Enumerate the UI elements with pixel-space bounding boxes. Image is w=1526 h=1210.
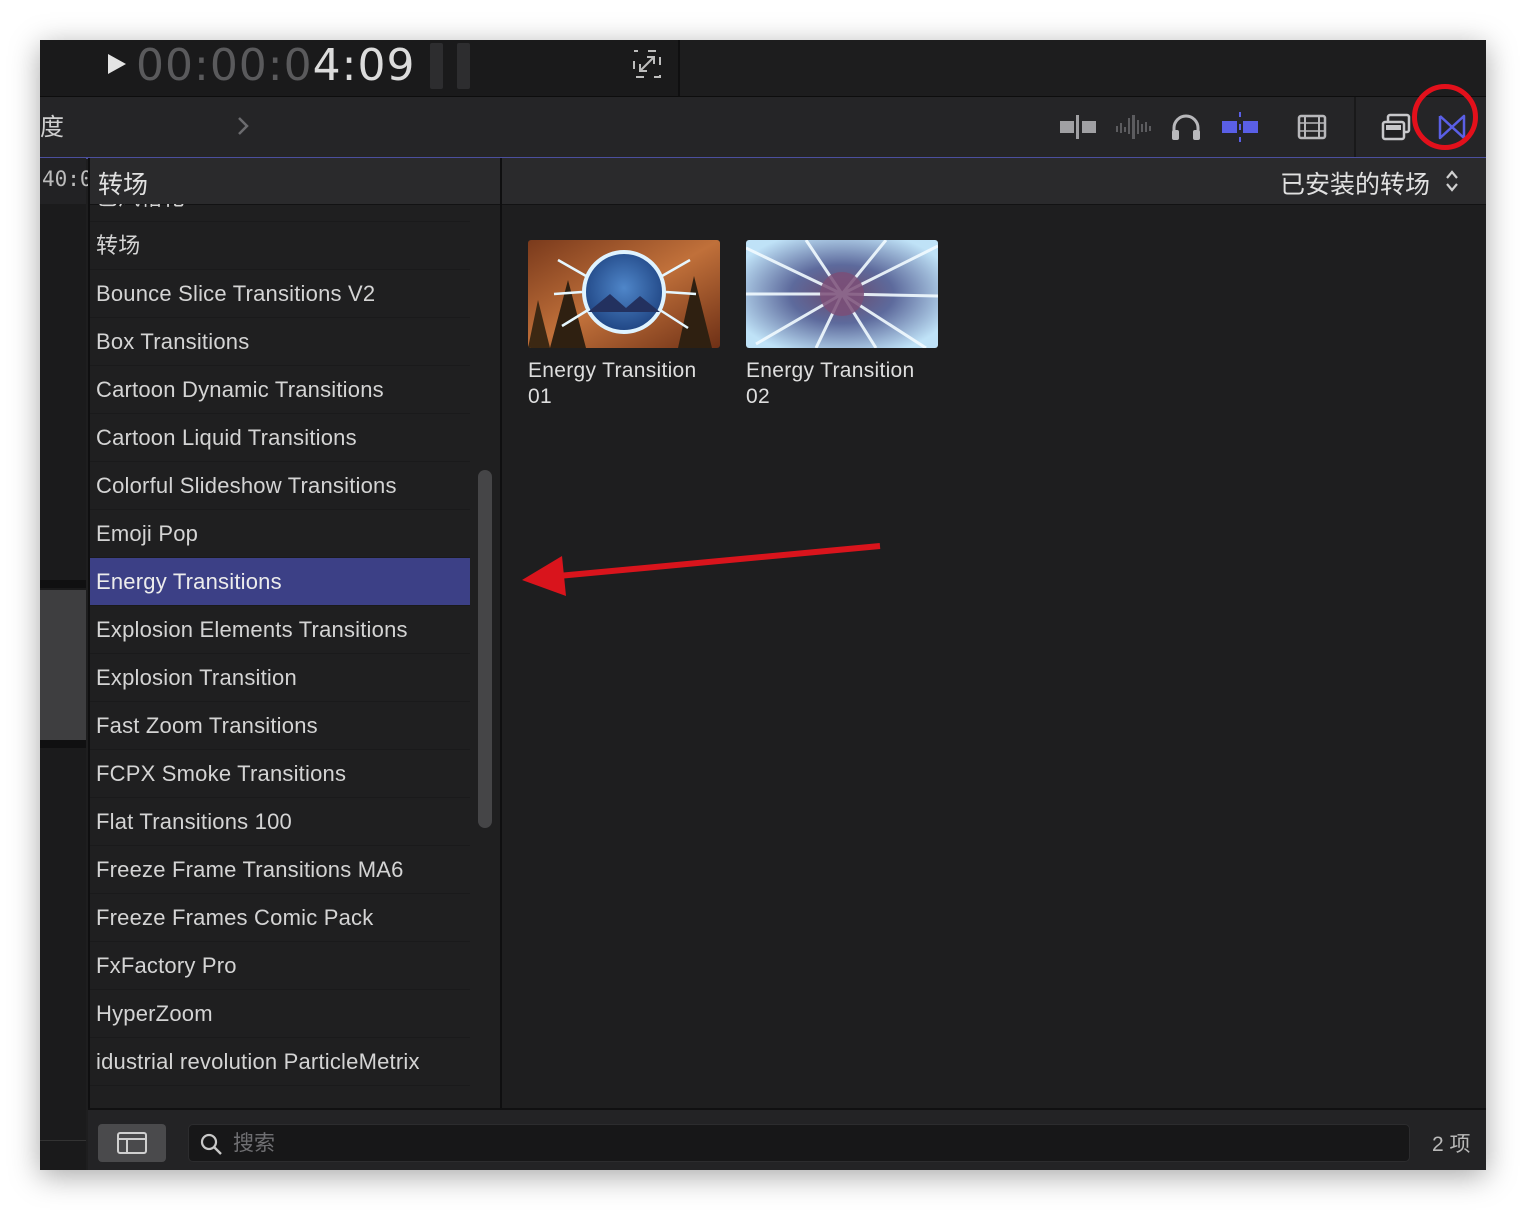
sidebar-category-item[interactable]: Explosion Elements Transitions <box>90 606 470 654</box>
sidebar-category-item[interactable]: Flat Transitions 100 <box>90 798 470 846</box>
energy-transition-02-preview[interactable] <box>746 240 938 348</box>
sidebar-scrollbar[interactable] <box>478 470 492 828</box>
timeline-clip[interactable] <box>40 590 86 740</box>
sidebar-category-item[interactable]: Cartoon Liquid Transitions <box>90 414 470 462</box>
viewer-right-area <box>678 40 1486 96</box>
thumbnail-label-line2: 01 <box>528 385 552 408</box>
effects-browser-icon[interactable] <box>1292 111 1332 143</box>
annotation-circle <box>1412 84 1478 150</box>
timeline-strip: 40:0 <box>40 158 93 1170</box>
toolbar-label: 度 <box>40 114 64 141</box>
sidebar-category-item[interactable]: 已风格化 <box>90 204 470 222</box>
viewer-bar: 00:00:04:09 <box>40 40 1486 96</box>
transition-thumbnail[interactable]: Energy Transition 01 <box>528 240 720 410</box>
snapping-icon[interactable] <box>1220 111 1260 143</box>
sidebar-category-item[interactable]: Fast Zoom Transitions <box>90 702 470 750</box>
play-icon[interactable] <box>106 52 128 76</box>
sidebar-category-item[interactable]: Emoji Pop <box>90 510 470 558</box>
fcpx-window: 00:00:04:09 度 40:0 转场 转场 Bounce Slice Tr… <box>40 40 1486 1170</box>
sidebar-category-item[interactable]: 转场 <box>90 222 470 270</box>
sidebar-category-item[interactable]: Freeze Frames Comic Pack <box>90 894 470 942</box>
sidebar-category-item[interactable]: Colorful Slideshow Transitions <box>90 462 470 510</box>
installed-transitions-filter[interactable]: 已安装的转场 <box>1280 165 1430 201</box>
timeline-footer <box>40 1140 86 1170</box>
timecode-lit: 4:09 <box>312 40 416 91</box>
sidebar-category-item[interactable]: HyperZoom <box>90 990 470 1038</box>
content-header: 已安装的转场 <box>502 158 1486 205</box>
thumbnail-label-line1: Energy Transition <box>528 359 697 382</box>
sidebar-category-item[interactable]: Explosion Transition <box>90 654 470 702</box>
photos-audio-browser-icon[interactable] <box>1376 111 1416 143</box>
transition-thumbnail[interactable]: Energy Transition 02 <box>746 240 938 410</box>
sidebar-category-item[interactable]: Energy Transitions <box>90 558 470 606</box>
sidebar-category-item[interactable]: FxFactory Pro <box>90 942 470 990</box>
sidebar-category-item[interactable]: idustrial revolution ParticleMetrix <box>90 1038 470 1086</box>
timeline-ruler: 40:0 <box>40 158 93 204</box>
timeline-toolbar: 度 <box>40 96 1486 159</box>
updown-chevron-icon[interactable] <box>1444 168 1460 194</box>
browser-bottom-bar: 2 项 <box>88 1108 1486 1170</box>
audio-skimming-icon[interactable] <box>1114 111 1154 143</box>
sidebar-toggle-button[interactable] <box>98 1124 166 1162</box>
timecode-dim: 00:00:0 <box>136 40 313 91</box>
fullscreen-icon[interactable] <box>632 49 662 79</box>
sidebar-category-item[interactable]: Freeze Frame Transitions MA6 <box>90 846 470 894</box>
search-icon <box>200 1133 222 1155</box>
timecode-display[interactable]: 00:00:04:09 <box>136 40 415 94</box>
energy-transition-01-preview[interactable] <box>528 240 720 348</box>
thumbnail-label: Energy Transition 02 <box>746 358 938 410</box>
sidebar-category-item[interactable]: Bounce Slice Transitions V2 <box>90 270 470 318</box>
ruler-text: 40:0 <box>42 167 93 191</box>
thumbnail-label-line1: Energy Transition <box>746 359 915 382</box>
search-field[interactable] <box>188 1124 1410 1162</box>
sidebar-toggle-icon <box>117 1132 147 1154</box>
headphones-icon[interactable] <box>1166 111 1206 143</box>
toolbar-separator <box>1354 97 1356 157</box>
clip-skimming-icon[interactable] <box>1058 111 1098 143</box>
timeline-divider <box>40 740 86 748</box>
transitions-content: 已安装的转场 Energy Transition 01 Energy Trans… <box>500 158 1486 1108</box>
chevron-right-icon[interactable] <box>236 115 250 137</box>
item-count: 2 项 <box>1432 1133 1471 1156</box>
search-input[interactable] <box>231 1128 1395 1160</box>
sidebar-category-item[interactable]: FCPX Smoke Transitions <box>90 750 470 798</box>
sidebar-category-item[interactable]: Box Transitions <box>90 318 470 366</box>
transitions-sidebar: 转场 已风格化转场Bounce Slice Transitions V2Box … <box>88 158 500 1108</box>
thumbnail-label: Energy Transition 01 <box>528 358 720 410</box>
category-list: 已风格化转场Bounce Slice Transitions V2Box Tra… <box>90 204 470 1108</box>
sidebar-title: 转场 <box>98 171 149 199</box>
thumbnail-label-line2: 02 <box>746 385 770 408</box>
annotation-arrow <box>522 543 881 596</box>
sidebar-category-item[interactable]: Cartoon Dynamic Transitions <box>90 366 470 414</box>
timeline-divider <box>40 580 86 588</box>
sidebar-header: 转场 <box>90 158 500 205</box>
